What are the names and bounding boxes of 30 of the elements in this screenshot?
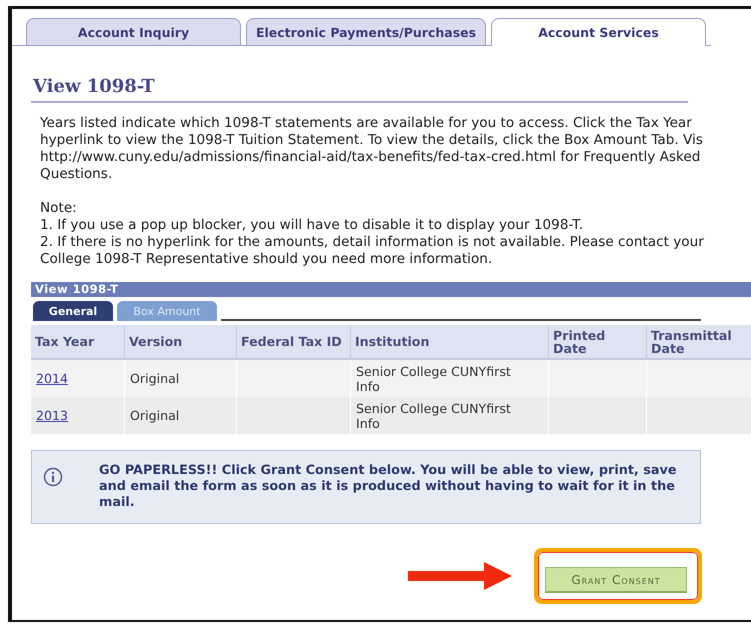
tax-year-link[interactable]: 2013 <box>36 408 68 423</box>
table-cell: Senior College CUNYfirst Info <box>351 397 549 434</box>
column-header: Tax Year <box>31 325 125 360</box>
arrow-icon <box>408 562 512 590</box>
text-line: Years listed indicate which 1098-T statements are available for you to access. Click the Tax Year <box>40 115 692 132</box>
tab[interactable]: General <box>33 301 113 321</box>
text-line: College 1098-T Representative should you need more information. <box>40 251 492 268</box>
column-header: Federal Tax ID <box>237 325 351 360</box>
table-cell: Original <box>125 397 237 434</box>
column-header: Transmittal Date <box>647 325 751 360</box>
text-line: 2. If there is no hyperlink for the amounts, detail information is not available. Please contact your <box>40 234 704 251</box>
table-cell: Original <box>125 360 237 397</box>
text-line: hyperlink to view the 1098-T Tuition Statement. To view the details, click the Box Amount Tab. Vis <box>40 132 703 149</box>
tax-year-link[interactable]: 2014 <box>36 371 68 386</box>
page-title: View 1098-T <box>31 76 688 103</box>
column-header: Institution <box>351 325 549 360</box>
column-header: Printed Date <box>549 325 647 360</box>
grant-consent-button[interactable]: Grant Consent <box>545 567 687 593</box>
info-icon <box>43 467 63 487</box>
tab[interactable]: Account Inquiry <box>26 18 241 45</box>
text-line: http://www.cuny.edu/admissions/financial-aid/tax-benefits/fed-tax-cred.html for Frequently Asked <box>40 149 700 166</box>
text-line: Note: <box>40 200 77 217</box>
text-line: 1. If you use a pop up blocker, you will have to disable it to display your 1098-T. <box>40 217 584 234</box>
grid-title-bar: View 1098-T <box>31 282 751 297</box>
info-message: GO PAPERLESS!! Click Grant Consent below. You will be able to view, print, save and email the form as soon as it is produced without having to wait for it in the mail. <box>99 463 678 511</box>
tab[interactable]: Account Services <box>491 18 706 46</box>
table-cell: Senior College CUNYfirst Info <box>351 360 549 397</box>
tab[interactable]: Electronic Payments/Purchases <box>246 18 486 45</box>
column-header: Version <box>125 325 237 360</box>
text-line: Questions. <box>40 166 112 183</box>
